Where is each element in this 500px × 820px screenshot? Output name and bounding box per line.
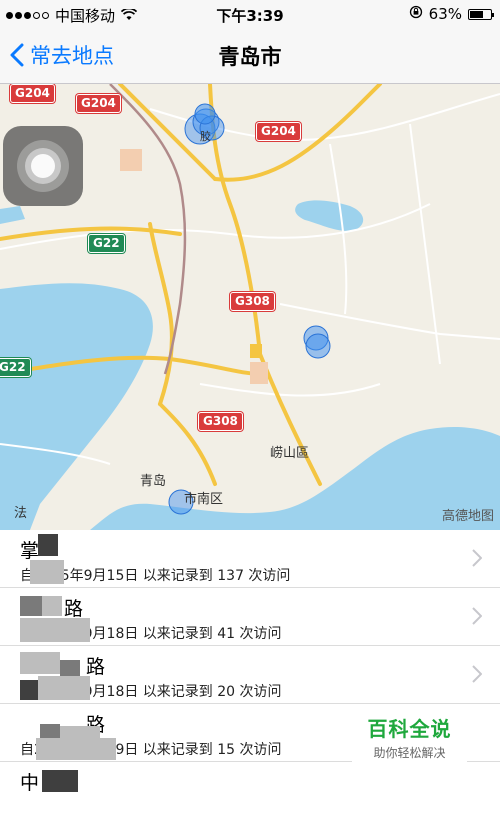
battery-percent: 63% — [428, 5, 462, 23]
mosaic-block — [20, 652, 60, 674]
road-shield-g204: G204 — [10, 84, 55, 103]
assistive-touch-button[interactable] — [3, 126, 83, 206]
place-label-shinan: 市南区 — [184, 492, 224, 507]
road-shield-g204: G204 — [76, 94, 121, 113]
list-item[interactable]: 路 自2015年9月18日 以来记录到 41 次访问 — [0, 588, 500, 646]
mosaic-block — [30, 560, 64, 584]
place-label-laoshan: 崂山區 — [270, 446, 310, 461]
water-top-left — [0, 206, 25, 224]
mosaic-block — [20, 618, 90, 642]
list-item[interactable]: 路 自2015年9月18日 以来记录到 20 次访问 — [0, 646, 500, 704]
mosaic-block — [38, 534, 58, 556]
road-shield-g204: G204 — [256, 122, 301, 141]
road-shield-g308: G308 — [198, 412, 243, 431]
mosaic-block — [42, 770, 78, 792]
mosaic-block — [38, 676, 90, 700]
place-label-fa: 法 — [14, 506, 28, 521]
road-shield-g22: G22 — [0, 358, 31, 377]
location-title: 掌 — [20, 540, 40, 562]
battery-icon — [468, 8, 494, 20]
site-watermark: 百科全说 助你轻松解决 — [352, 705, 467, 767]
mosaic-block — [20, 596, 42, 616]
watermark-subtitle: 助你轻松解决 — [373, 746, 446, 760]
list-item[interactable]: 掌 自2015年9月15日 以来记录到 137 次访问 — [0, 530, 500, 588]
navigation-bar: 常去地点 青岛市 — [0, 28, 500, 84]
location-title: 路 — [64, 598, 84, 620]
poi-block — [250, 344, 262, 358]
location-title: 路 — [86, 656, 106, 678]
place-label-jiao: 胶 — [200, 130, 211, 143]
road-shield-g22: G22 — [88, 234, 125, 253]
mosaic-block — [42, 596, 62, 616]
status-bar: 中国移动 下午3:39 63% — [0, 0, 500, 28]
page-title: 青岛市 — [218, 45, 282, 69]
rotation-lock-icon — [409, 5, 423, 23]
list-item[interactable]: 中 — [0, 762, 500, 820]
mosaic-block — [36, 738, 116, 760]
jiaozhou-bay — [0, 283, 153, 530]
map-view[interactable]: G204 G204 G204 G22 G22 G308 G308 崂山區 青岛 … — [0, 84, 500, 530]
mosaic-block — [20, 680, 38, 700]
place-label-qingdao: 青岛 — [140, 474, 167, 489]
location-title: 中 — [20, 772, 40, 794]
chevron-right-icon — [472, 665, 482, 683]
chevron-right-icon — [472, 607, 482, 625]
chevron-right-icon — [472, 549, 482, 567]
status-right: 63% — [409, 5, 494, 23]
map-attribution: 高德地图 — [441, 509, 494, 524]
poi-block — [120, 149, 142, 171]
reservoir — [295, 200, 364, 231]
watermark-title: 百科全说 — [367, 717, 452, 741]
poi-block — [250, 362, 268, 384]
road-shield-g308: G308 — [230, 292, 275, 311]
